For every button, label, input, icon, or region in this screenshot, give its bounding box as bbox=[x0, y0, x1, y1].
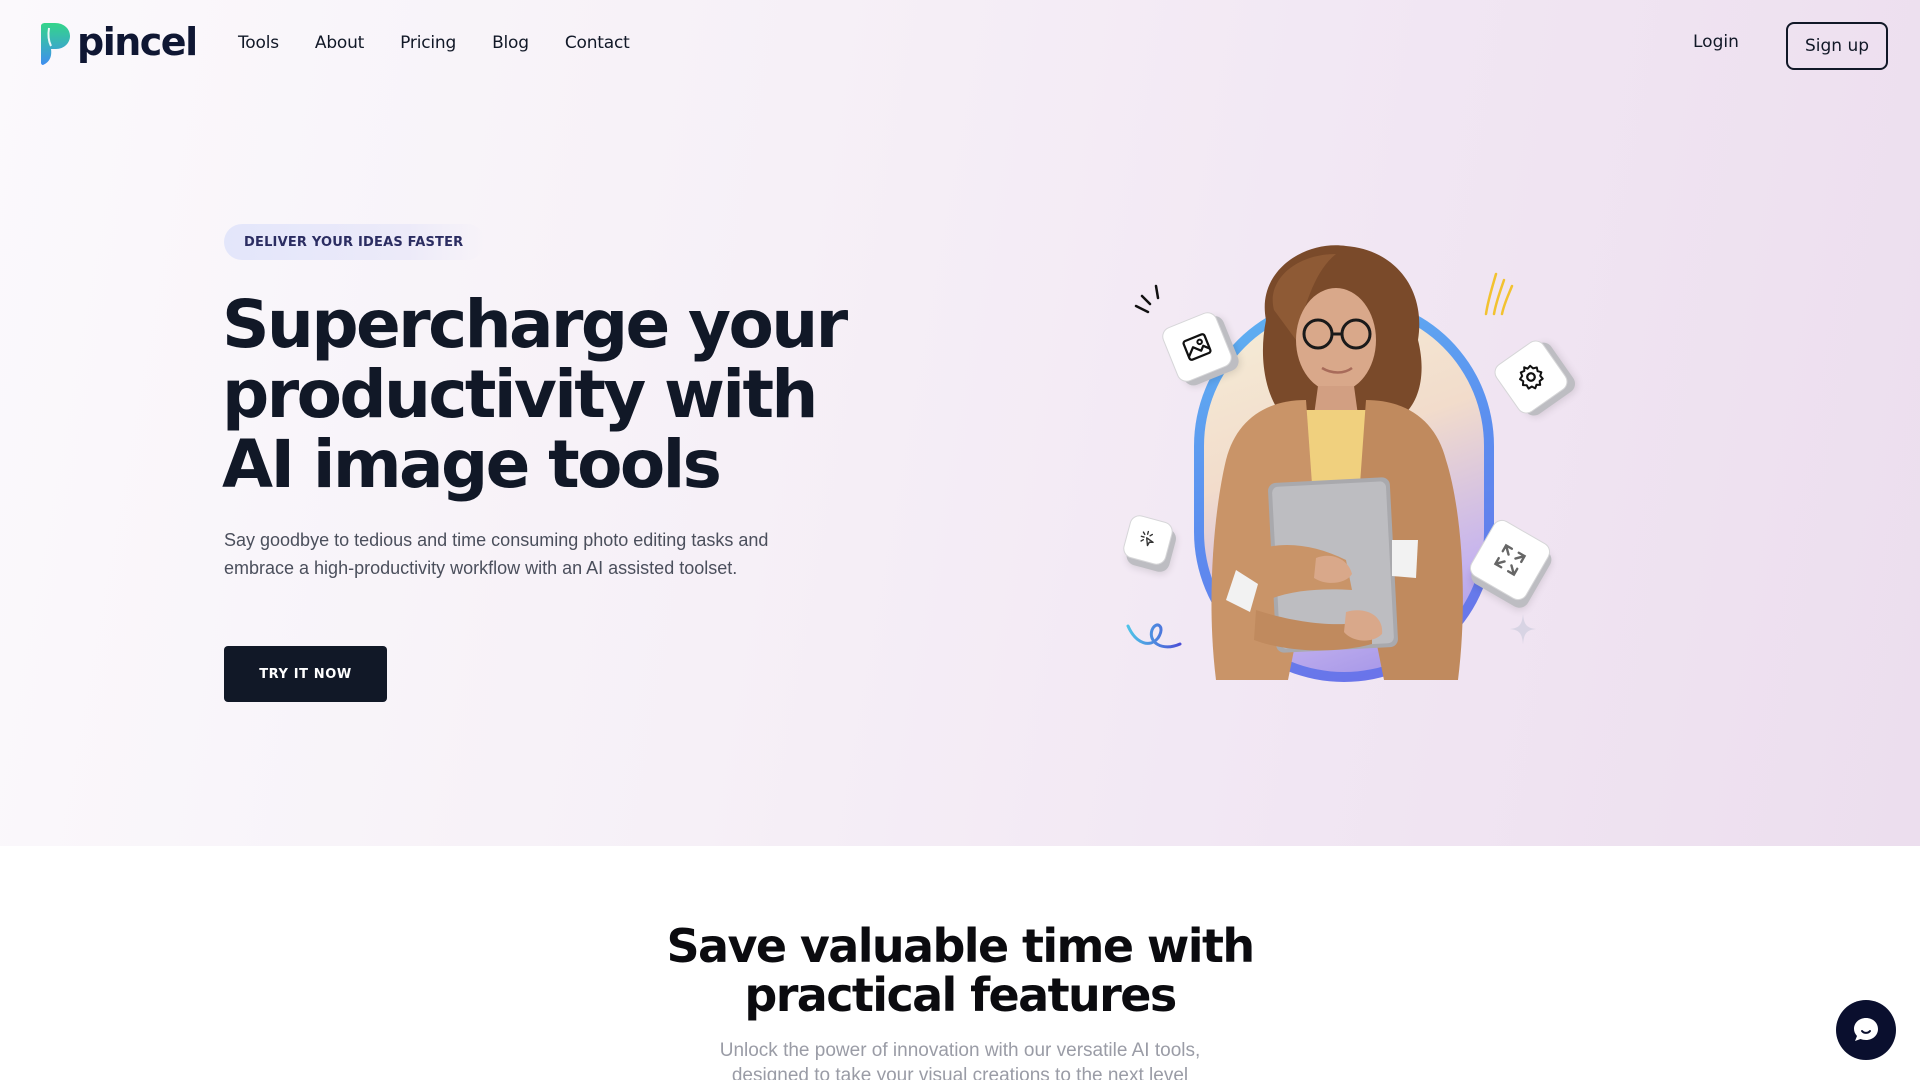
chat-bubble-icon bbox=[1854, 1018, 1878, 1041]
sparkle-icon bbox=[1510, 614, 1536, 644]
features-title-line-2: practical features bbox=[744, 968, 1177, 1022]
expand-arrows-icon bbox=[1493, 543, 1527, 577]
gear-icon bbox=[1519, 364, 1544, 390]
login-link[interactable]: Login bbox=[1693, 32, 1739, 52]
signup-button[interactable]: Sign up bbox=[1786, 22, 1888, 70]
try-it-now-button[interactable]: TRY IT NOW bbox=[224, 646, 387, 702]
nav-tools[interactable]: Tools bbox=[238, 33, 279, 53]
yellow-strokes-doodle-icon bbox=[1484, 272, 1514, 316]
squiggle-doodle-icon bbox=[1126, 623, 1182, 649]
hero-subtext: Say goodbye to tedious and time consumin… bbox=[224, 530, 769, 578]
features-subtitle-line-2: designed to take your visual creations t… bbox=[731, 1065, 1189, 1080]
hero-illustration bbox=[1110, 230, 1590, 690]
features-subtitle: Unlock the power of innovation with our … bbox=[0, 1038, 1920, 1080]
features-subtitle-line-1: Unlock the power of innovation with our … bbox=[719, 1040, 1201, 1061]
magic-cursor-icon bbox=[1140, 530, 1154, 547]
woman-holding-laptop-image bbox=[1211, 245, 1463, 680]
nav-contact[interactable]: Contact bbox=[565, 33, 630, 53]
image-icon bbox=[1182, 333, 1212, 361]
settings-tool-tile bbox=[1490, 336, 1572, 418]
main-nav: Tools About Pricing Blog Contact bbox=[238, 33, 666, 53]
logo-text: pincel bbox=[77, 20, 198, 64]
headline-line-3: AI image tools bbox=[222, 426, 722, 503]
logo-link[interactable]: pincel bbox=[37, 20, 198, 66]
pincel-p-logo-icon bbox=[41, 23, 70, 65]
nav-pricing[interactable]: Pricing bbox=[400, 33, 456, 53]
features-title-line-1: Save valuable time with bbox=[666, 919, 1256, 973]
features-title: Save valuable time with practical featur… bbox=[0, 922, 1920, 1020]
nav-blog[interactable]: Blog bbox=[492, 33, 529, 53]
chat-launcher-button[interactable] bbox=[1836, 1000, 1896, 1060]
site-header: pincel Tools About Pricing Blog Contact … bbox=[0, 0, 1920, 90]
hero-headline: Supercharge your productivity with AI im… bbox=[222, 290, 862, 500]
magic-select-tool-tile bbox=[1121, 513, 1175, 567]
headline-line-1: Supercharge your bbox=[222, 286, 848, 363]
hero-badge: DELIVER YOUR IDEAS FASTER bbox=[224, 224, 486, 260]
headline-line-2: productivity with bbox=[222, 356, 818, 433]
nav-about[interactable]: About bbox=[315, 33, 364, 53]
spark-lines-doodle-icon bbox=[1134, 284, 1160, 314]
